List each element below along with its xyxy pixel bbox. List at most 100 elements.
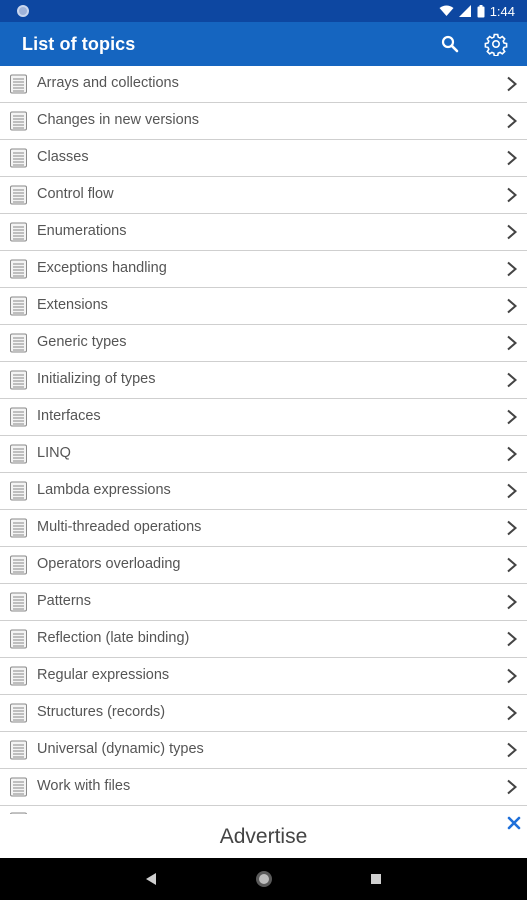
ad-text: Advertise bbox=[219, 825, 308, 848]
list-item[interactable]: Lambda expressions bbox=[0, 473, 527, 510]
list-item[interactable]: Changes in new versions bbox=[0, 103, 527, 140]
status-bar: 1:44 bbox=[0, 0, 527, 22]
list-item-label: Multi-threaded operations bbox=[37, 519, 202, 535]
list-item[interactable]: Work with files bbox=[0, 769, 527, 806]
chevron-right-icon bbox=[506, 705, 518, 721]
status-indicators: 1:44 bbox=[439, 3, 515, 19]
notification-icon bbox=[17, 5, 29, 17]
list-item[interactable]: Interfaces bbox=[0, 399, 527, 436]
list-item-label: Classes bbox=[37, 149, 89, 165]
list-item-label: Work with files bbox=[37, 778, 131, 794]
page-title: List of topics bbox=[22, 34, 136, 54]
topics-list: Arrays and collections Changes in new ver… bbox=[0, 66, 527, 814]
list-item[interactable]: Extensions bbox=[0, 288, 527, 325]
document-icon bbox=[9, 555, 28, 575]
list-item-label: Arrays and collections bbox=[37, 75, 179, 91]
list-item[interactable]: Enumerations bbox=[0, 214, 527, 251]
chevron-right-icon bbox=[506, 335, 518, 351]
chevron-right-icon bbox=[506, 298, 518, 314]
document-icon bbox=[9, 666, 28, 686]
list-item[interactable]: Multi-threaded operations bbox=[0, 510, 527, 547]
document-icon bbox=[9, 629, 28, 649]
close-icon bbox=[507, 816, 521, 830]
chevron-right-icon bbox=[506, 372, 518, 388]
list-item-label: Regular expressions bbox=[37, 667, 170, 683]
list-item-label: Initializing of types bbox=[37, 371, 156, 387]
chevron-right-icon bbox=[506, 409, 518, 425]
list-item[interactable]: Arrays and collections bbox=[0, 66, 527, 103]
list-item-label: Lambda expressions bbox=[37, 482, 171, 498]
document-icon bbox=[9, 444, 28, 464]
list-item[interactable]: Operators overloading bbox=[0, 547, 527, 584]
chevron-right-icon bbox=[506, 557, 518, 573]
app-bar: List of topics bbox=[0, 22, 527, 66]
chevron-right-icon bbox=[506, 520, 518, 536]
document-icon bbox=[9, 148, 28, 168]
document-icon bbox=[9, 222, 28, 242]
document-icon bbox=[9, 333, 28, 353]
document-icon bbox=[9, 481, 28, 501]
list-item-label: Control flow bbox=[37, 186, 114, 202]
gear-icon bbox=[484, 33, 508, 56]
list-item-label: Extensions bbox=[37, 297, 108, 313]
document-icon bbox=[9, 185, 28, 205]
ad-banner[interactable]: Advertise bbox=[0, 814, 527, 858]
list-item-partial bbox=[0, 806, 527, 814]
list-item[interactable]: Universal (dynamic) types bbox=[0, 732, 527, 769]
list-item[interactable]: Generic types bbox=[0, 325, 527, 362]
chevron-right-icon bbox=[506, 150, 518, 166]
nav-back-button[interactable] bbox=[145, 872, 157, 891]
list-item-label: Changes in new versions bbox=[37, 112, 200, 128]
chevron-right-icon bbox=[506, 631, 518, 647]
document-icon bbox=[9, 518, 28, 538]
nav-recents-button[interactable] bbox=[371, 874, 381, 884]
list-item-label: Interfaces bbox=[37, 408, 101, 424]
battery-icon bbox=[477, 4, 485, 17]
ad-close-button[interactable] bbox=[507, 816, 521, 830]
document-icon bbox=[9, 296, 28, 316]
search-button[interactable] bbox=[436, 30, 464, 58]
list-item[interactable]: LINQ bbox=[0, 436, 527, 473]
document-icon bbox=[9, 259, 28, 279]
nav-home-button[interactable] bbox=[256, 871, 272, 887]
list-item-label: Operators overloading bbox=[37, 556, 181, 572]
list-item-label: LINQ bbox=[37, 445, 71, 461]
list-item[interactable]: Control flow bbox=[0, 177, 527, 214]
chevron-right-icon bbox=[506, 779, 518, 795]
list-item[interactable]: Regular expressions bbox=[0, 658, 527, 695]
chevron-right-icon bbox=[506, 224, 518, 240]
chevron-right-icon bbox=[506, 742, 518, 758]
list-item[interactable]: Patterns bbox=[0, 584, 527, 621]
wifi-icon bbox=[439, 5, 454, 16]
list-item[interactable]: Exceptions handling bbox=[0, 251, 527, 288]
document-icon bbox=[9, 740, 28, 760]
chevron-right-icon bbox=[506, 113, 518, 129]
signal-icon bbox=[458, 5, 471, 17]
chevron-right-icon bbox=[506, 187, 518, 203]
chevron-right-icon bbox=[506, 668, 518, 684]
list-item[interactable]: Classes bbox=[0, 140, 527, 177]
document-icon bbox=[9, 74, 28, 94]
list-item[interactable]: Reflection (late binding) bbox=[0, 621, 527, 658]
system-nav-bar bbox=[0, 858, 527, 900]
document-icon bbox=[9, 703, 28, 723]
back-icon bbox=[146, 873, 156, 885]
list-item-label: Reflection (late binding) bbox=[37, 630, 190, 646]
chevron-right-icon bbox=[506, 76, 518, 92]
search-icon bbox=[441, 35, 459, 53]
list-item[interactable]: Initializing of types bbox=[0, 362, 527, 399]
document-icon bbox=[9, 370, 28, 390]
status-time: 1:44 bbox=[489, 3, 515, 19]
document-icon bbox=[9, 407, 28, 427]
list-item-label: Universal (dynamic) types bbox=[37, 741, 204, 757]
chevron-right-icon bbox=[506, 483, 518, 499]
document-icon bbox=[9, 592, 28, 612]
chevron-right-icon bbox=[506, 261, 518, 277]
list-item[interactable]: Structures (records) bbox=[0, 695, 527, 732]
document-icon bbox=[9, 777, 28, 797]
settings-button[interactable] bbox=[482, 30, 510, 58]
list-item-label: Exceptions handling bbox=[37, 260, 167, 276]
list-item-label: Structures (records) bbox=[37, 704, 166, 720]
chevron-right-icon bbox=[506, 594, 518, 610]
chevron-right-icon bbox=[506, 446, 518, 462]
